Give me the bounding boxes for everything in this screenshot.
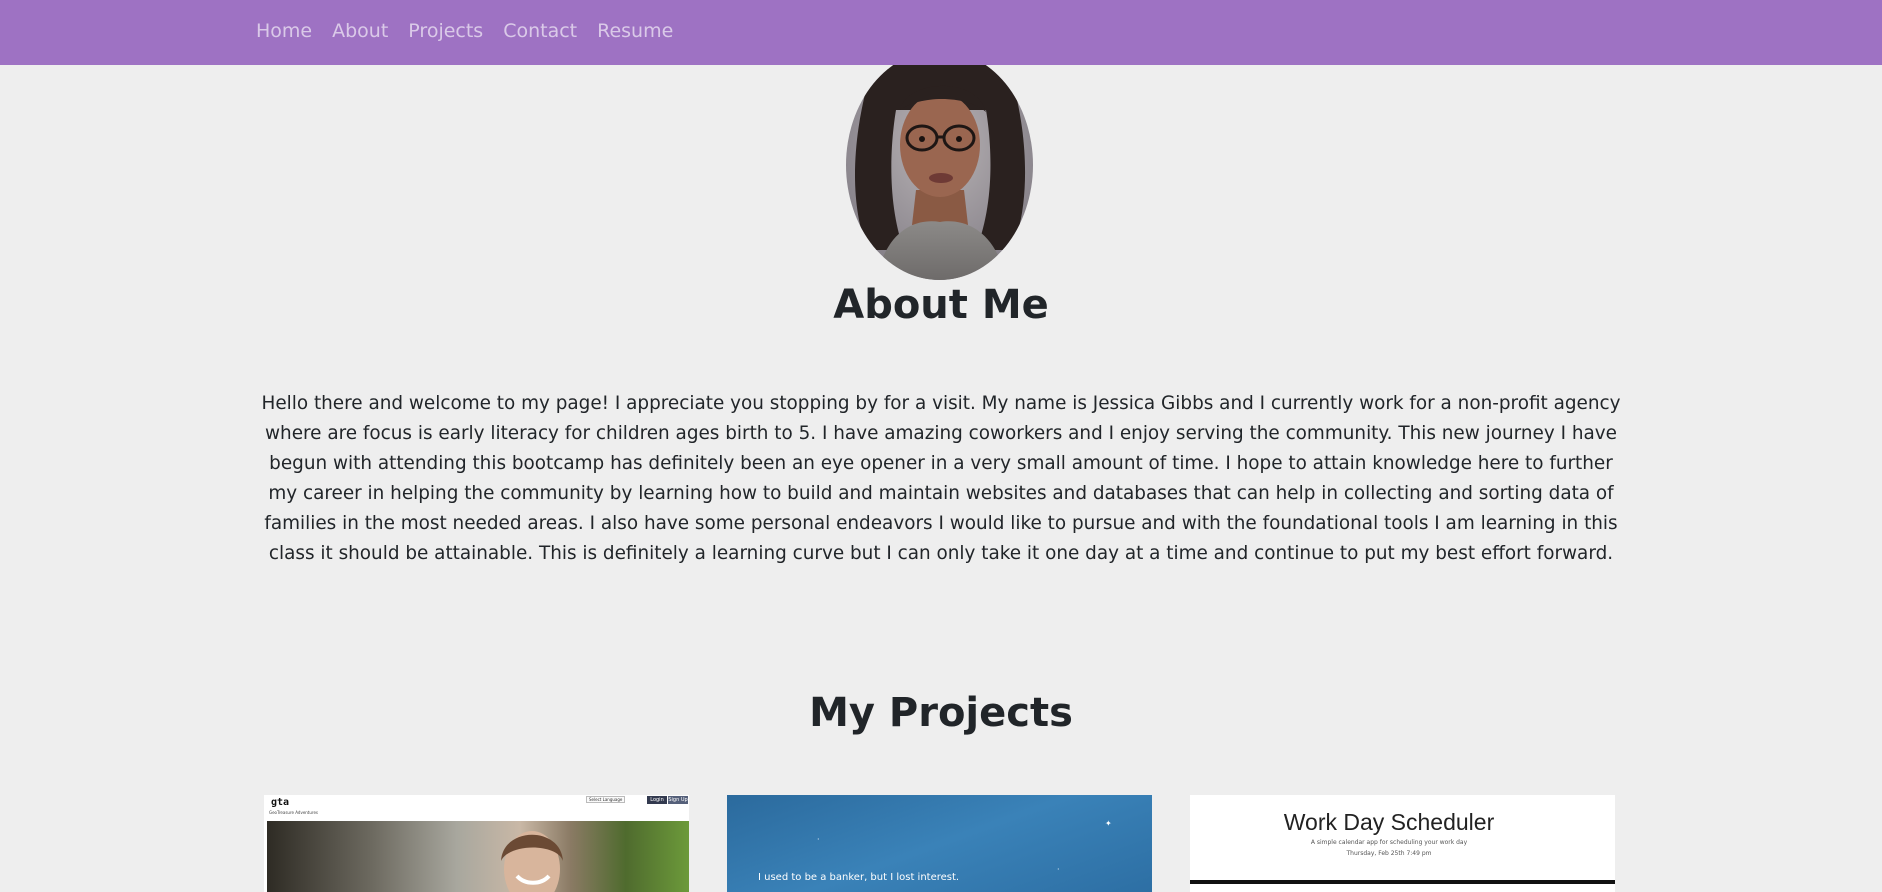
project-thumbnail-photo	[267, 821, 689, 892]
navbar: Home About Projects Contact Resume	[0, 0, 1882, 65]
project-card-jokes[interactable]: ✦ · · I used to be a banker, but I lost …	[727, 795, 1152, 892]
nav-link-contact[interactable]: Contact	[503, 20, 577, 42]
project-title: Work Day Scheduler	[1283, 809, 1495, 835]
project-logo: gta	[271, 797, 290, 808]
project-thumbnail-header: gta GeoTreasure Adventures Select Langua…	[264, 795, 689, 821]
project-subtitle: A simple calendar app for scheduling you…	[1310, 839, 1468, 846]
woman-smiling-image	[501, 831, 563, 892]
project-subtitle: GeoTreasure Adventures	[269, 810, 319, 815]
project-caption: I used to be a banker, but I lost intere…	[758, 872, 960, 883]
profile-photo	[846, 50, 1033, 280]
project-card-geotreasure[interactable]: gta GeoTreasure Adventures Select Langua…	[264, 795, 689, 892]
project-card-scheduler[interactable]: Work Day Scheduler A simple calendar app…	[1190, 795, 1615, 892]
star-icon: ·	[1057, 865, 1060, 874]
nav-link-about[interactable]: About	[332, 20, 388, 42]
signup-button: Sign Up	[668, 796, 688, 804]
star-icon: ·	[817, 835, 820, 844]
about-paragraph: Hello there and welcome to my page! I ap…	[261, 393, 1621, 564]
star-icon: ✦	[1105, 819, 1112, 828]
divider	[1190, 880, 1615, 884]
nav-link-home[interactable]: Home	[256, 20, 312, 42]
nav-link-resume[interactable]: Resume	[597, 20, 673, 42]
nav-link-projects[interactable]: Projects	[408, 20, 483, 42]
nav-links: Home About Projects Contact Resume	[256, 0, 693, 62]
project-date: Thursday, Feb 25th 7:49 pm	[1346, 850, 1432, 857]
about-heading: About Me	[833, 282, 1049, 328]
projects-heading: My Projects	[809, 690, 1073, 736]
login-button: Login	[647, 796, 667, 804]
language-select: Select Language	[586, 796, 626, 803]
profile-avatar	[846, 50, 1033, 280]
